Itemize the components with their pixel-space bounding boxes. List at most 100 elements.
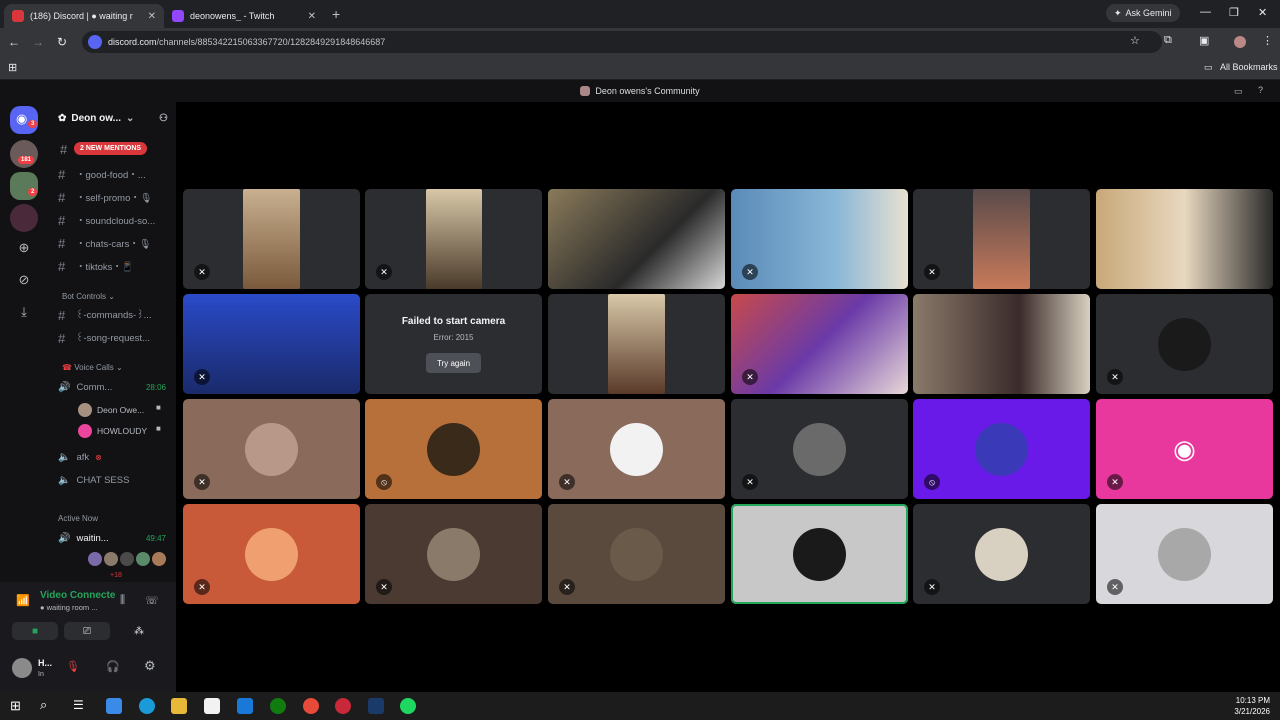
windows-start-icon[interactable]: ⊞ [10,698,21,714]
video-tile[interactable]: ✕ [731,294,908,394]
video-feed [973,189,1030,289]
help-icon[interactable]: ? [1258,85,1263,95]
participant-tile[interactable]: ⦸ [365,399,542,499]
channel-soundcloud[interactable]: # ・soundcloud-so... [58,211,174,229]
headphones-icon[interactable]: 🎧 [106,660,120,673]
invite-icon[interactable]: ⚇ [159,113,168,124]
avatar[interactable] [12,658,32,678]
video-tile[interactable]: ✕ [1096,294,1273,394]
discover-icon[interactable]: ⊘ [14,272,34,288]
tab-discord[interactable]: (186) Discord | ● waiting r ✕ [4,4,164,28]
file-explorer-icon[interactable] [171,698,187,714]
reload-icon[interactable]: ↻ [52,35,72,49]
voice-user[interactable]: Deon Owe... [78,403,144,417]
participant-tile[interactable]: ✕ [183,399,360,499]
channel-self-promo[interactable]: # ・self-promo・🎙 [58,188,174,206]
channel-song-request[interactable]: # ꒰-song-request... [58,329,174,347]
mic-muted-icon[interactable]: 🎙 [66,660,80,673]
try-again-button[interactable]: Try again [426,353,481,373]
ask-gemini-button[interactable]: ✦ Ask Gemini [1106,4,1180,22]
category-bot-controls[interactable]: Bot Controls ⌄ [62,292,115,301]
screen-share-button[interactable]: ⎚ [64,622,110,640]
url-field[interactable]: discord.com/channels/885342215063367720/… [82,31,1162,53]
more-menu-icon[interactable]: ⋮ [1262,34,1273,47]
forward-icon[interactable]: → [28,35,48,49]
participant-tile[interactable]: ✕ [365,504,542,604]
apps-grid-icon[interactable]: ⊞ [8,61,17,74]
server-header[interactable]: ✿ Deon ow... ⌄ ⚇ [48,102,176,134]
video-tile[interactable]: ✕ [365,189,542,289]
extensions-icon[interactable]: ⧉ [1164,34,1172,47]
settings-gear-icon[interactable]: ⚙ [144,658,156,674]
new-tab-button[interactable]: + [332,6,340,22]
restore-icon[interactable]: ❐ [1229,6,1239,19]
site-info-icon[interactable] [88,35,102,49]
tab-twitch[interactable]: deonowens_ - Twitch ✕ [164,4,324,28]
mic-muted-icon: ✕ [194,579,210,595]
activities-button[interactable]: ⁂ [116,622,162,640]
all-bookmarks-label[interactable]: All Bookmarks [1220,62,1278,72]
category-voice-calls[interactable]: ☎ Voice Calls ⌄ [62,363,123,372]
close-icon[interactable]: ✕ [308,11,316,22]
video-tile[interactable]: ✕ [183,294,360,394]
participant-tile[interactable]: ◉ ✕ [1096,399,1273,499]
video-tile[interactable] [913,294,1090,394]
profile-avatar[interactable] [1234,36,1246,48]
voice-status[interactable]: Video Connecte [40,590,115,601]
obs-icon[interactable] [335,698,351,714]
video-tile[interactable]: ✕ [913,189,1090,289]
active-timer: 49:47 [145,533,166,543]
avatar [245,423,298,476]
back-icon[interactable]: ← [4,35,24,49]
participant-tile[interactable]: ✕ [731,399,908,499]
participant-tile-speaking[interactable] [731,504,908,604]
download-icon[interactable]: ⤓ [14,304,34,320]
participant-tile[interactable]: ⦸ [913,399,1090,499]
system-clock[interactable]: 10:13 PM 3/21/2026 [1234,695,1270,717]
xbox-icon[interactable] [270,698,286,714]
mic-muted-icon: ✕ [376,579,392,595]
store-icon[interactable] [204,698,220,714]
chrome-icon[interactable] [303,698,319,714]
video-tile-speaking[interactable] [548,189,725,289]
participant-tile[interactable]: ✕ [913,504,1090,604]
add-server-icon[interactable]: ⊕ [14,240,34,256]
channel-tiktoks[interactable]: # ・tiktoks・📱 [58,257,174,275]
edge-icon[interactable] [139,698,155,714]
active-voice-channel[interactable]: 🔊 waitin... 49:47 [58,529,174,547]
voice-channel-name[interactable]: ● waiting room ... [40,603,97,612]
spotify-icon[interactable] [400,698,416,714]
video-tile[interactable] [1096,189,1273,289]
voice-channel-community[interactable]: 🔊 Comm... 28:06 [58,378,174,396]
bookmark-star-icon[interactable]: ☆ [1130,34,1140,47]
voice-user[interactable]: HOWLOUDY [78,424,147,438]
steam-icon[interactable] [368,698,384,714]
disconnect-icon[interactable]: ☏ [145,594,159,607]
participant-tile[interactable]: ✕ [1096,504,1273,604]
close-window-icon[interactable]: ✕ [1258,6,1267,19]
channel-good-food[interactable]: # ・good-food・... [58,165,174,183]
server-icon-3[interactable] [10,204,38,232]
sidepanel-icon[interactable]: ▣ [1199,34,1209,47]
search-icon[interactable]: ⌕ [40,697,47,713]
outlook-icon[interactable] [237,698,253,714]
inbox-icon[interactable]: ▭ [1234,86,1243,97]
channel-chats-cars[interactable]: # ・chats-cars・🎙 [58,234,174,252]
copilot-icon[interactable] [106,698,122,714]
close-icon[interactable]: ✕ [148,11,156,22]
channel-commands[interactable]: # ꒰-commands-꒱... [58,306,174,324]
task-view-icon[interactable]: ☰ [73,698,84,712]
minimize-icon[interactable]: — [1200,6,1211,18]
hash-icon: # [58,189,66,205]
video-tile[interactable]: ✕ [183,189,360,289]
video-tile[interactable] [548,294,725,394]
video-tile[interactable]: ✕ [731,189,908,289]
noise-suppression-icon[interactable]: ⫼ [120,594,125,607]
voice-channel-afk[interactable]: 🔈 afk ⊗ [58,448,174,466]
participant-tile[interactable]: ✕ [548,504,725,604]
participant-tile[interactable]: ✕ [548,399,725,499]
new-mentions-pill[interactable]: 2 NEW MENTIONS [74,142,148,155]
participant-tile[interactable]: ✕ [183,504,360,604]
video-button[interactable]: ■ [12,622,58,640]
voice-channel-chat-sess[interactable]: 🔈 CHAT SESS [58,471,174,489]
